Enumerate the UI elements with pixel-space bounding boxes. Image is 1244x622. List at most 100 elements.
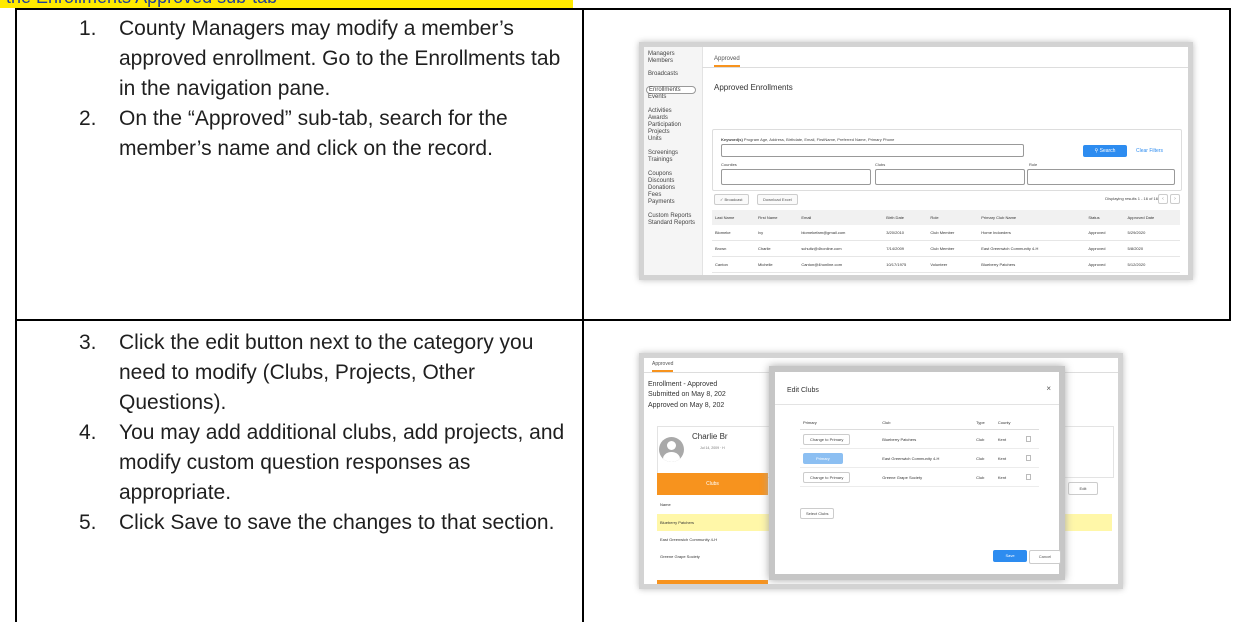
- nav-item-managers[interactable]: Managers: [648, 51, 675, 57]
- table-row[interactable]: Brown Charlie schultz@4honline.com 7/14/200…: [712, 240, 1180, 257]
- download-excel-button[interactable]: Download Excel: [757, 194, 798, 205]
- step-2: 2. On the “Approved” sub-tab, search for …: [79, 107, 508, 160]
- nav-item-custom-reports[interactable]: Custom Reports: [648, 213, 691, 219]
- table-cell: 5/12/2020: [1124, 256, 1180, 273]
- column-header[interactable]: Status: [1085, 210, 1125, 225]
- table-cell: East Greenwich Community 4-H: [978, 240, 1086, 257]
- prev-page-button[interactable]: ‹: [1158, 194, 1168, 204]
- role-select[interactable]: [1027, 169, 1175, 185]
- save-button[interactable]: Save: [993, 550, 1027, 562]
- table-cell: Canton@4honline.com: [798, 256, 884, 273]
- county-cell: Kent: [994, 467, 1023, 487]
- close-icon[interactable]: ×: [1046, 384, 1051, 393]
- club-cell: Greene Grape Society: [879, 467, 974, 487]
- clubs-label: Clubs: [875, 162, 886, 167]
- change-to-primary-button[interactable]: Change to Primary: [803, 433, 851, 445]
- nav-item-awards[interactable]: Awards: [648, 115, 668, 121]
- change-to-primary-button[interactable]: Change to Primary: [803, 471, 851, 483]
- table-cell: Blomeke: [712, 225, 755, 241]
- nav-item-payments[interactable]: Payments: [648, 199, 675, 205]
- nav-item-units[interactable]: Units: [648, 136, 662, 142]
- table-cell: Blueberry Patchers: [978, 256, 1086, 273]
- primary-cell: Primary: [800, 448, 880, 468]
- clubs-section-tab[interactable]: Clubs: [657, 473, 768, 495]
- edit-button[interactable]: Edit: [1068, 482, 1098, 495]
- table-cell: schultz@4honline.com: [798, 240, 884, 257]
- table-border-right: [1229, 8, 1231, 321]
- next-page-button[interactable]: ›: [1170, 194, 1180, 204]
- broadcast-button[interactable]: ✓ Broadcast: [714, 194, 749, 205]
- page-title: Approved Enrollments: [714, 83, 793, 92]
- nav-item-activities[interactable]: Activities: [648, 108, 672, 114]
- column-header: Club: [879, 416, 974, 430]
- nav-item-participation[interactable]: Participation: [648, 122, 681, 128]
- step-3: 3. Click the edit button next to the cate…: [79, 331, 534, 414]
- table-cell: Charlie: [754, 240, 799, 257]
- enrollment-title: Enrollment - Approved: [648, 381, 718, 388]
- column-header[interactable]: Role: [927, 210, 979, 225]
- counties-label: Counties: [721, 162, 737, 167]
- nav-item-discounts[interactable]: Discounts: [648, 178, 674, 184]
- column-header[interactable]: Last Name: [712, 210, 755, 225]
- nav-item-screenings[interactable]: Screenings: [648, 150, 678, 156]
- table-column-divider: [582, 8, 584, 622]
- nav-item-members[interactable]: Members: [648, 58, 673, 64]
- column-header[interactable]: Birth Date: [883, 210, 928, 225]
- trash-icon[interactable]: [1025, 473, 1031, 480]
- clubs-select[interactable]: [875, 169, 1025, 185]
- row2-steps: 3. Click the edit button next to the cate…: [15, 328, 582, 538]
- primary-button[interactable]: Primary: [803, 452, 843, 464]
- step-4: 4. You may add additional clubs, add proj…: [79, 421, 565, 504]
- table-cell: Brown: [712, 240, 755, 257]
- club-cell: Blueberry Patchers: [879, 429, 974, 449]
- county-cell: Kent: [994, 448, 1023, 468]
- navigation-pane: Managers Members Broadcasts Enrollments …: [644, 47, 703, 275]
- table-cell: blomekefam@gmail.com: [798, 225, 884, 241]
- column-header[interactable]: First Name: [754, 210, 799, 225]
- table-row-divider: [15, 319, 1231, 321]
- table-cell: 10/17/1975: [883, 256, 928, 273]
- nav-item-trainings[interactable]: Trainings: [648, 157, 672, 163]
- clear-filters-link[interactable]: Clear Filters: [1136, 148, 1163, 154]
- type-cell: Club: [973, 448, 995, 468]
- keyword-input[interactable]: [721, 144, 1024, 157]
- megaphone-icon: ✓: [720, 197, 724, 202]
- nav-item-events[interactable]: Events: [648, 94, 666, 100]
- trash-icon[interactable]: [1025, 435, 1031, 442]
- delete-cell: [1022, 467, 1039, 487]
- column-header: Type: [973, 416, 995, 430]
- delete-cell: [1022, 429, 1039, 449]
- nav-item-donations[interactable]: Donations: [648, 185, 675, 191]
- member-details: Jul 14, 2009 · H: [700, 446, 725, 450]
- nav-item-standard-reports[interactable]: Standard Reports: [648, 220, 695, 226]
- submitted-date: Submitted on May 8, 202: [648, 391, 726, 398]
- nav-item-projects[interactable]: Projects: [648, 129, 670, 135]
- select-clubs-button[interactable]: Select Clubs: [800, 508, 835, 519]
- county-cell: Kent: [994, 429, 1023, 449]
- trash-icon[interactable]: [1025, 454, 1031, 461]
- table-row[interactable]: Canton Michelle Canton@4honline.com 10/17/1…: [712, 256, 1180, 273]
- column-header[interactable]: Approved Date: [1124, 210, 1180, 225]
- column-header[interactable]: Email: [798, 210, 884, 225]
- nav-item-broadcasts[interactable]: Broadcasts: [648, 71, 678, 77]
- table-cell: 5/8/2020: [1124, 240, 1180, 257]
- table-row[interactable]: Blomeke Ivy blomekefam@gmail.com 3/20/2010 C…: [712, 225, 1180, 241]
- column-header[interactable]: Primary Club Name: [978, 210, 1086, 225]
- edit-clubs-screenshot: Approved Enrollment - Approved Submitted…: [644, 358, 1118, 584]
- search-icon: ⚲: [1094, 148, 1099, 154]
- cancel-button[interactable]: Cancel: [1029, 550, 1061, 564]
- column-header-actions: [1022, 416, 1039, 430]
- tab-approved[interactable]: Approved: [652, 361, 674, 372]
- tab-approved[interactable]: Approved: [714, 56, 740, 67]
- nav-item-enrollments[interactable]: Enrollments: [646, 86, 696, 94]
- approved-enrollments-screenshot: Managers Members Broadcasts Enrollments …: [644, 47, 1188, 275]
- step-1: 1. County Managers may modify a member’s …: [79, 17, 561, 100]
- modal-clubs-table: Primary Club Type County Change to Primary B…: [800, 416, 1039, 487]
- nav-item-coupons[interactable]: Coupons: [648, 171, 672, 177]
- counties-select[interactable]: [721, 169, 871, 185]
- primary-cell: Change to Primary: [800, 429, 880, 449]
- search-button[interactable]: ⚲ Search: [1083, 145, 1127, 157]
- table-cell: Volunteer: [927, 256, 979, 273]
- edit-clubs-modal: Edit Clubs × Primary Club Type County Chang…: [775, 372, 1061, 574]
- nav-item-fees[interactable]: Fees: [648, 192, 661, 198]
